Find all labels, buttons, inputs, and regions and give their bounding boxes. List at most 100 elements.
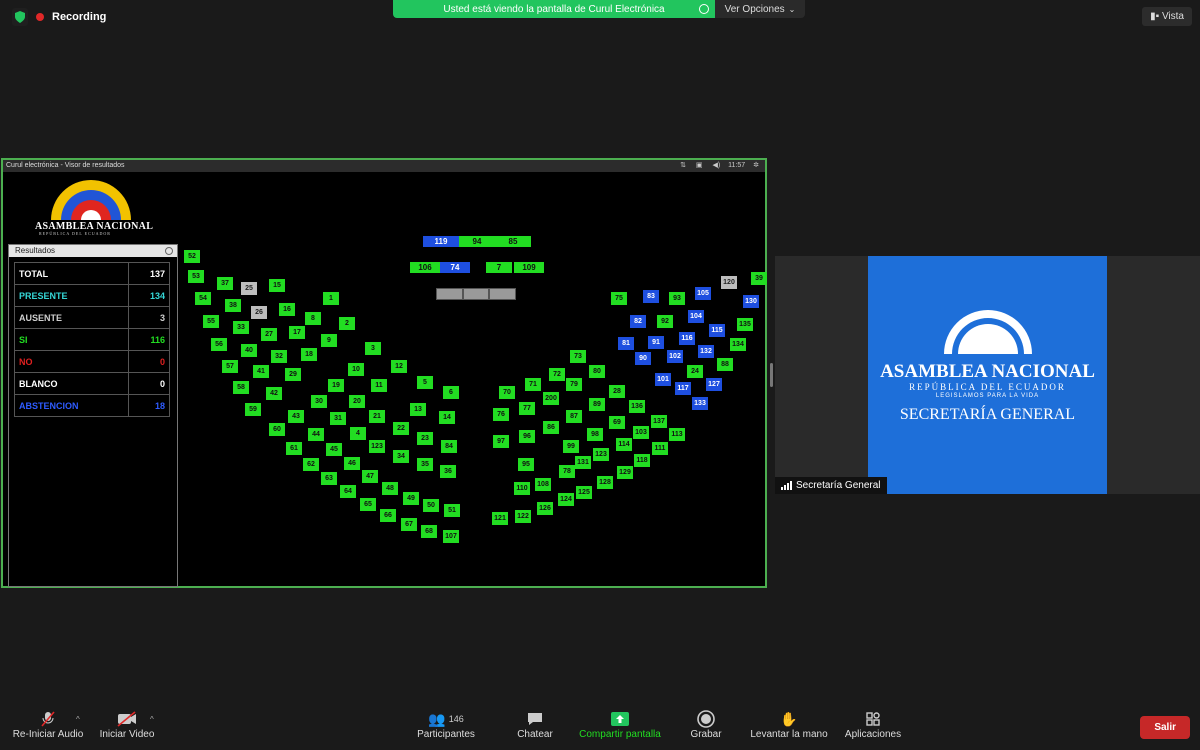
seat: 49 xyxy=(403,492,419,505)
shared-screen: Curul electrónica - Visor de resultados … xyxy=(1,158,767,588)
volume-icon: ◀) xyxy=(712,162,721,169)
results-value: 18 xyxy=(128,394,170,417)
seat: 91 xyxy=(648,336,664,349)
seat: 124 xyxy=(558,493,574,506)
participant-name: Secretaría General xyxy=(796,480,881,491)
results-value: 116 xyxy=(128,328,170,351)
results-label: TOTAL xyxy=(14,262,129,285)
shield-icon xyxy=(12,8,28,26)
results-label: PRESENTE xyxy=(14,284,129,307)
seat: 69 xyxy=(609,416,625,429)
clock: 11:57 xyxy=(728,162,746,169)
recording-indicator[interactable]: Recording xyxy=(12,8,106,26)
seat: 2 xyxy=(339,317,355,330)
seat: 3 xyxy=(365,342,381,355)
results-row: NO 0 xyxy=(14,350,170,373)
seat: 81 xyxy=(618,337,634,350)
collapse-icon[interactable] xyxy=(165,247,173,255)
results-value: 0 xyxy=(128,350,170,373)
seat: 1 xyxy=(323,292,339,305)
seat: 60 xyxy=(269,423,285,436)
seat: 134 xyxy=(730,338,746,351)
seat: 70 xyxy=(499,386,515,399)
video-caret-icon[interactable]: ^ xyxy=(150,715,154,724)
seat: 45 xyxy=(326,443,342,456)
seat: 51 xyxy=(444,504,460,517)
meeting-toolbar: Re-Iniciar Audio ^ Iniciar Video ^ 👥 146… xyxy=(0,705,1200,750)
seat: 84 xyxy=(441,440,457,453)
seat: 68 xyxy=(421,525,437,538)
chat-button[interactable]: Chatear xyxy=(510,709,560,740)
seat: 10 xyxy=(348,363,364,376)
seat: 36 xyxy=(440,465,456,478)
seat: 16 xyxy=(279,303,295,316)
resize-handle[interactable] xyxy=(770,363,773,387)
share-message-text: Usted está viendo la pantalla de Curul E… xyxy=(443,3,665,15)
seat: 101 xyxy=(655,373,671,386)
seat: 30 xyxy=(311,395,327,408)
logo-subtitle: REPÚBLICA DEL ECUADOR xyxy=(39,231,111,236)
seat: 107 xyxy=(443,530,459,543)
seat: 41 xyxy=(253,365,269,378)
seat: 89 xyxy=(589,398,605,411)
seat: 125 xyxy=(576,486,592,499)
top-seat: 94 xyxy=(459,236,495,247)
seat: 42 xyxy=(266,387,282,400)
seat: 23 xyxy=(417,432,433,445)
seat: 4 xyxy=(350,427,366,440)
seat: 22 xyxy=(393,422,409,435)
results-label: BLANCO xyxy=(14,372,129,395)
audio-caret-icon[interactable]: ^ xyxy=(76,715,80,724)
seat: 105 xyxy=(695,287,711,300)
view-button[interactable]: ▮▪ Vista xyxy=(1142,7,1192,26)
video-button[interactable]: Iniciar Video xyxy=(92,709,162,740)
seat: 117 xyxy=(675,382,691,395)
seat: 120 xyxy=(721,276,737,289)
seat: 127 xyxy=(706,378,722,391)
record-label: Grabar xyxy=(690,729,722,740)
audio-button[interactable]: Re-Iniciar Audio xyxy=(8,709,88,740)
participants-icon: 👥 xyxy=(428,710,446,727)
top-seat: 74 xyxy=(440,262,470,273)
seat: 126 xyxy=(537,502,553,515)
seat: 86 xyxy=(543,421,559,434)
seat: 50 xyxy=(423,499,439,512)
seat: 128 xyxy=(597,476,613,489)
raise-hand-button[interactable]: ✋ Levantar la mano xyxy=(744,709,834,741)
results-panel-title: Resultados xyxy=(9,245,177,257)
apps-button[interactable]: Aplicaciones xyxy=(840,709,906,740)
record-button[interactable]: Grabar xyxy=(684,709,728,740)
participant-video[interactable]: ASAMBLEA NACIONAL REPÚBLICA DEL ECUADOR … xyxy=(775,256,1200,494)
participants-button[interactable]: 👥 146 Participantes xyxy=(410,709,482,741)
seat: 38 xyxy=(225,299,241,312)
seat: 40 xyxy=(241,344,257,357)
leave-button[interactable]: Salir xyxy=(1140,716,1190,739)
results-value: 0 xyxy=(128,372,170,395)
seat: 97 xyxy=(493,435,509,448)
view-options-button[interactable]: Ver Opciones ⌄ xyxy=(715,0,805,18)
share-screen-button[interactable]: Compartir pantalla xyxy=(572,709,668,740)
seat: 113 xyxy=(669,428,685,441)
seat: 114 xyxy=(616,438,632,451)
podium-seat xyxy=(463,289,489,299)
seat: 53 xyxy=(188,270,204,283)
seat: 87 xyxy=(566,410,582,423)
seat: 31 xyxy=(330,412,346,425)
seat: 200 xyxy=(543,392,559,405)
results-row: BLANCO 0 xyxy=(14,372,170,395)
seat: 55 xyxy=(203,315,219,328)
results-value: 134 xyxy=(128,284,170,307)
seat: 11 xyxy=(371,379,387,392)
seat: 131 xyxy=(575,456,591,469)
share-screen-icon xyxy=(572,709,668,729)
chat-icon xyxy=(510,709,560,729)
seat: 98 xyxy=(587,428,603,441)
seat: 25 xyxy=(241,282,257,295)
seat: 18 xyxy=(301,348,317,361)
seat: 9 xyxy=(321,334,337,347)
share-screen-label: Compartir pantalla xyxy=(579,729,661,740)
signal-icon xyxy=(781,481,792,490)
results-row: AUSENTE 3 xyxy=(14,306,170,329)
seat: 67 xyxy=(401,518,417,531)
seat: 39 xyxy=(751,272,767,285)
